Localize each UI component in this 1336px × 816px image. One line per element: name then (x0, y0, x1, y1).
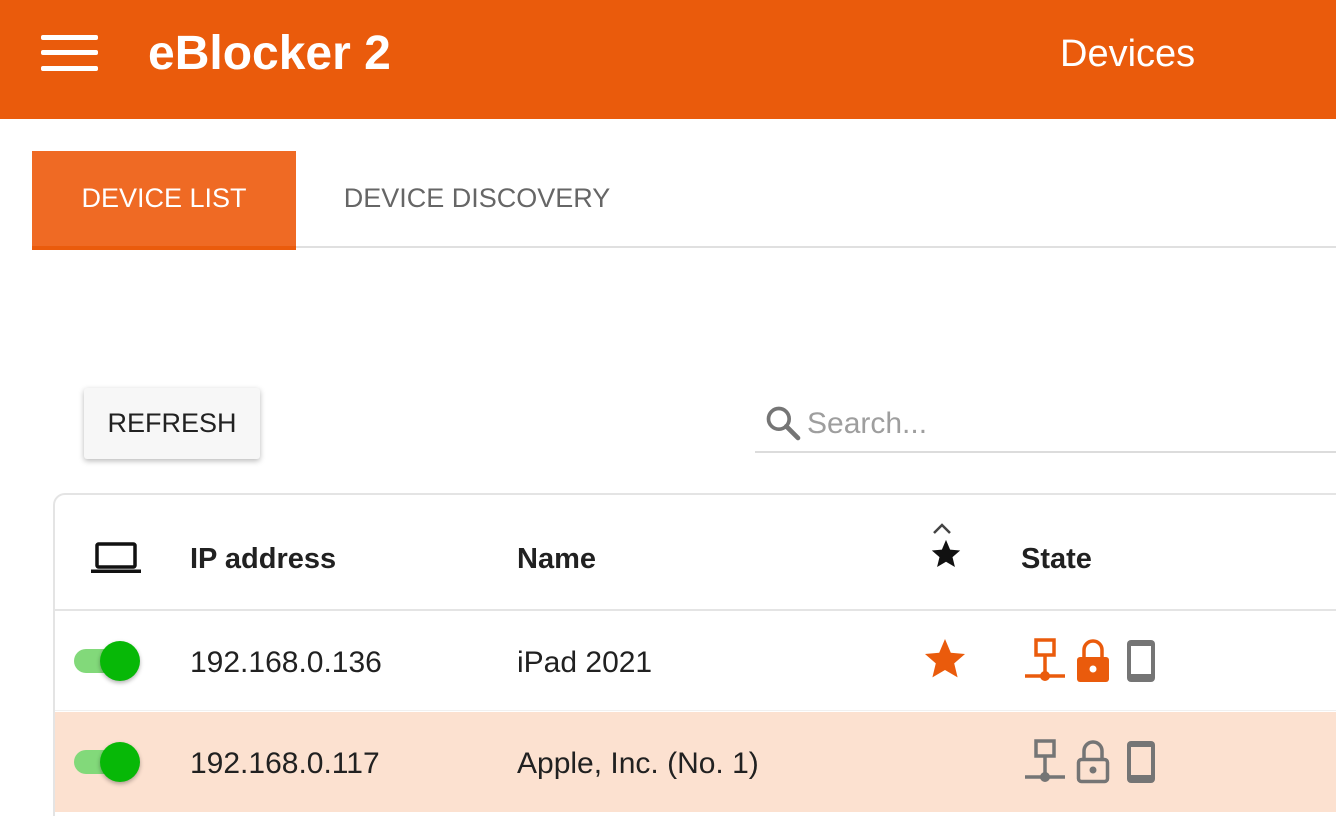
tab-device-discovery[interactable]: DEVICE DISCOVERY (332, 151, 622, 246)
device-name[interactable]: iPad 2021 (517, 645, 652, 681)
column-header-name[interactable]: Name (517, 541, 596, 577)
column-header-state: State (1021, 543, 1092, 575)
device-ip: 192.168.0.136 (190, 646, 382, 679)
table-header: IP address Name State (55, 495, 1336, 611)
menu-icon[interactable] (38, 32, 100, 76)
sort-ascending-icon[interactable] (931, 521, 953, 535)
network-icon (1025, 638, 1065, 681)
page-title: Devices (1060, 33, 1196, 75)
column-header-ip[interactable]: IP address (190, 541, 336, 577)
device-ip: 192.168.0.117 (190, 747, 380, 780)
tablet-icon (1127, 640, 1155, 682)
unlock-icon (1076, 740, 1110, 784)
search-icon (766, 406, 801, 441)
favorite-star-icon[interactable] (921, 635, 969, 683)
tab-device-list[interactable]: DEVICE LIST (32, 151, 296, 250)
device-name[interactable]: Apple, Inc. (No. 1) (517, 746, 759, 782)
tab-bar: DEVICE LIST DEVICE DISCOVERY (32, 151, 1336, 250)
network-icon (1025, 739, 1065, 782)
table-row[interactable]: 192.168.0.117 Apple, Inc. (No. 1) (55, 712, 1336, 812)
search-bar (755, 398, 1336, 453)
refresh-button[interactable]: REFRESH (84, 388, 260, 459)
lock-icon (1077, 639, 1109, 682)
table-row[interactable]: 192.168.0.136 iPad 2021 (55, 611, 1336, 711)
device-enabled-toggle[interactable] (72, 741, 144, 783)
device-enabled-toggle[interactable] (72, 640, 144, 682)
app-header: eBlocker 2 Devices (0, 0, 1336, 119)
app-title: eBlocker 2 (148, 27, 391, 80)
star-icon[interactable] (929, 537, 963, 571)
search-input[interactable] (807, 402, 1327, 446)
tablet-icon (1127, 741, 1155, 783)
device-table: IP address Name State 192.168.0.136 iPad… (53, 493, 1336, 816)
laptop-icon (91, 542, 141, 573)
